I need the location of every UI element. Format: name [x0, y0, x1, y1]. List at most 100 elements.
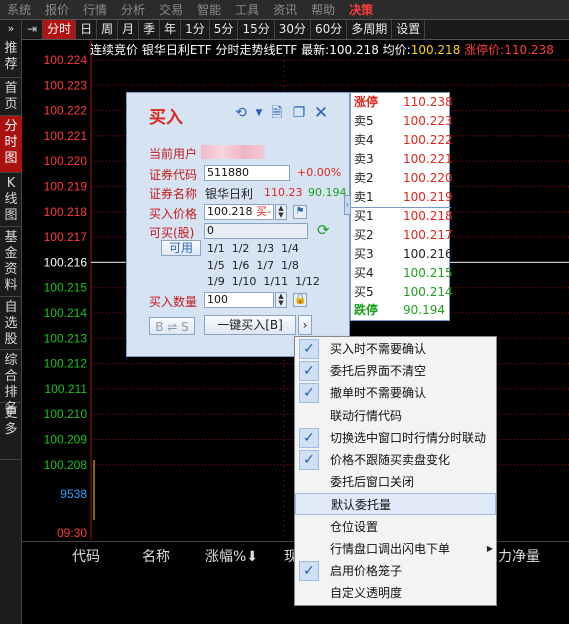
- tab-4[interactable]: 季: [139, 20, 161, 39]
- price-input[interactable]: 100.218 买-: [204, 204, 274, 220]
- tab-3[interactable]: 月: [118, 20, 140, 39]
- tab-1[interactable]: 日: [76, 20, 98, 39]
- flag-icon[interactable]: ⚑: [293, 205, 307, 219]
- tab-5[interactable]: 年: [160, 20, 182, 39]
- ask-row[interactable]: 卖4 100.222: [351, 131, 453, 150]
- fraction-1-5[interactable]: 1/5: [207, 259, 225, 272]
- switch-bs-button[interactable]: B ⇌ S: [149, 317, 195, 335]
- tab-6[interactable]: 1分: [181, 20, 210, 39]
- menu-item-1[interactable]: 报价: [38, 0, 76, 20]
- query-icon[interactable]: 🗎: [269, 105, 285, 121]
- fraction-1-8[interactable]: 1/8: [281, 259, 299, 272]
- qty-input[interactable]: 100: [204, 292, 274, 308]
- limit-up-row[interactable]: 涨停 110.238: [351, 93, 453, 112]
- context-menu-item[interactable]: ✓ 启用价格笼子: [295, 560, 496, 582]
- fraction-1-4[interactable]: 1/4: [281, 242, 299, 255]
- pin-icon[interactable]: ⇥: [22, 20, 44, 39]
- tab-7[interactable]: 5分: [210, 20, 239, 39]
- bid-row[interactable]: 买3 100.216: [351, 245, 453, 264]
- tab-12[interactable]: 设置: [392, 20, 426, 39]
- context-menu-item[interactable]: 默认委托量: [295, 493, 496, 516]
- col-change-label: 涨幅%: [205, 549, 247, 565]
- limit-value: 110.238: [504, 43, 554, 57]
- nav-home[interactable]: 首页: [0, 78, 22, 116]
- nav-fund-info[interactable]: 基金资料: [0, 227, 22, 297]
- ask-row[interactable]: 卖3 100.221: [351, 150, 453, 169]
- menu-item-7[interactable]: 资讯: [266, 0, 304, 20]
- bid-row[interactable]: 买2 100.217: [351, 226, 453, 245]
- undo-icon[interactable]: ⟲: [233, 105, 249, 121]
- price-label: 买入价格: [149, 207, 198, 221]
- fraction-1-1[interactable]: 1/1: [207, 242, 225, 255]
- nav-intraday[interactable]: 分时图: [0, 116, 22, 173]
- nav-more[interactable]: 更多: [0, 403, 22, 460]
- lock-icon[interactable]: 🔒: [293, 293, 307, 307]
- nav-kline[interactable]: K线图: [0, 173, 22, 227]
- col-code[interactable]: 代码: [72, 546, 100, 566]
- fraction-1-6[interactable]: 1/6: [232, 259, 250, 272]
- limit-down-row[interactable]: 跌停 90.194: [351, 301, 451, 320]
- copy-icon[interactable]: ❐: [291, 105, 307, 121]
- close-icon[interactable]: ✕: [313, 105, 329, 122]
- context-menu-item[interactable]: 委托后窗口关闭: [295, 471, 496, 493]
- fraction-1-10[interactable]: 1/10: [232, 275, 257, 288]
- context-menu-item[interactable]: 自定义透明度: [295, 582, 496, 604]
- ask-row[interactable]: 卖5 100.223: [351, 112, 453, 131]
- menu-item-4[interactable]: 交易: [152, 0, 190, 20]
- fraction-1-2[interactable]: 1/2: [232, 242, 250, 255]
- nav-watchlist[interactable]: 自选股: [0, 297, 22, 350]
- context-menu-item[interactable]: 仓位设置: [295, 516, 496, 538]
- dropdown-icon[interactable]: ▼: [255, 105, 263, 121]
- checkmark-icon: ✓: [299, 339, 319, 359]
- bid-row[interactable]: 买5 100.214: [351, 283, 453, 302]
- one-click-buy-button[interactable]: 一键买入[B]: [204, 315, 296, 335]
- fraction-1-3[interactable]: 1/3: [256, 242, 274, 255]
- menu-item-8[interactable]: 帮助: [304, 0, 342, 20]
- qty-stepper[interactable]: ▲ ▼: [275, 292, 287, 308]
- col-net-volume[interactable]: 力净量: [498, 546, 540, 566]
- tab-9[interactable]: 30分: [275, 20, 311, 39]
- ask-row[interactable]: 卖1 100.219: [351, 188, 453, 207]
- context-menu-item[interactable]: ✓ 委托后界面不清空: [295, 360, 496, 382]
- available-button[interactable]: 可用: [161, 240, 201, 256]
- tab-0[interactable]: 分时: [43, 20, 77, 39]
- context-menu-item[interactable]: ✓ 价格不跟随买卖盘变化: [295, 449, 496, 471]
- context-menu-item[interactable]: ✓ 撤单时不需要确认: [295, 382, 496, 404]
- nav-recommend[interactable]: 推荐: [0, 38, 22, 78]
- menu-item-6[interactable]: 工具: [228, 0, 266, 20]
- bid-row[interactable]: 买4 100.215: [351, 264, 453, 283]
- col-change[interactable]: 涨幅%⬇: [205, 546, 258, 566]
- code-input[interactable]: 511880: [204, 165, 290, 181]
- refresh-icon[interactable]: ⟳: [317, 221, 330, 239]
- nav-ranking-char-1: 合: [4, 369, 18, 384]
- fraction-1-7[interactable]: 1/7: [256, 259, 274, 272]
- bid-row[interactable]: 买1 100.218: [351, 207, 453, 226]
- tab-10[interactable]: 60分: [311, 20, 348, 39]
- context-menu-item[interactable]: 联动行情代码: [295, 405, 496, 427]
- tab-8[interactable]: 15分: [238, 20, 275, 39]
- tab-11[interactable]: 多周期: [347, 20, 393, 39]
- tab-2[interactable]: 周: [97, 20, 119, 39]
- col-name[interactable]: 名称: [142, 546, 170, 566]
- context-menu-item[interactable]: ✓ 买入时不需要确认: [295, 338, 496, 360]
- more-button[interactable]: ›: [298, 315, 312, 335]
- last-label: 最新:: [301, 43, 330, 57]
- menu-item-9[interactable]: 决策: [342, 0, 380, 20]
- context-menu-item[interactable]: ✓ 切换选中窗口时行情分时联动: [295, 427, 496, 449]
- menu-item-0[interactable]: 系统: [0, 0, 38, 20]
- nav-ranking-char-2: 排: [4, 385, 18, 400]
- nav-kline-char-0: K: [6, 176, 16, 191]
- price-stepper[interactable]: ▲ ▼: [275, 204, 287, 220]
- fraction-1-9[interactable]: 1/9: [207, 275, 225, 288]
- menu-item-3[interactable]: 分析: [114, 0, 152, 20]
- fraction-1-12[interactable]: 1/12: [295, 275, 320, 288]
- fraction-1-11[interactable]: 1/11: [263, 275, 288, 288]
- nav-watchlist-char-1: 选: [4, 316, 18, 331]
- trading-phase: 连续竞价: [90, 43, 139, 57]
- ask-row[interactable]: 卖2 100.220: [351, 169, 453, 188]
- expand-icon[interactable]: »: [0, 20, 22, 38]
- nav-ranking[interactable]: 综合排名: [0, 350, 22, 416]
- context-menu-item[interactable]: 行情盘口调出闪电下单 ▶: [295, 538, 496, 560]
- menu-item-2[interactable]: 行情: [76, 0, 114, 20]
- menu-item-5[interactable]: 智能: [190, 0, 228, 20]
